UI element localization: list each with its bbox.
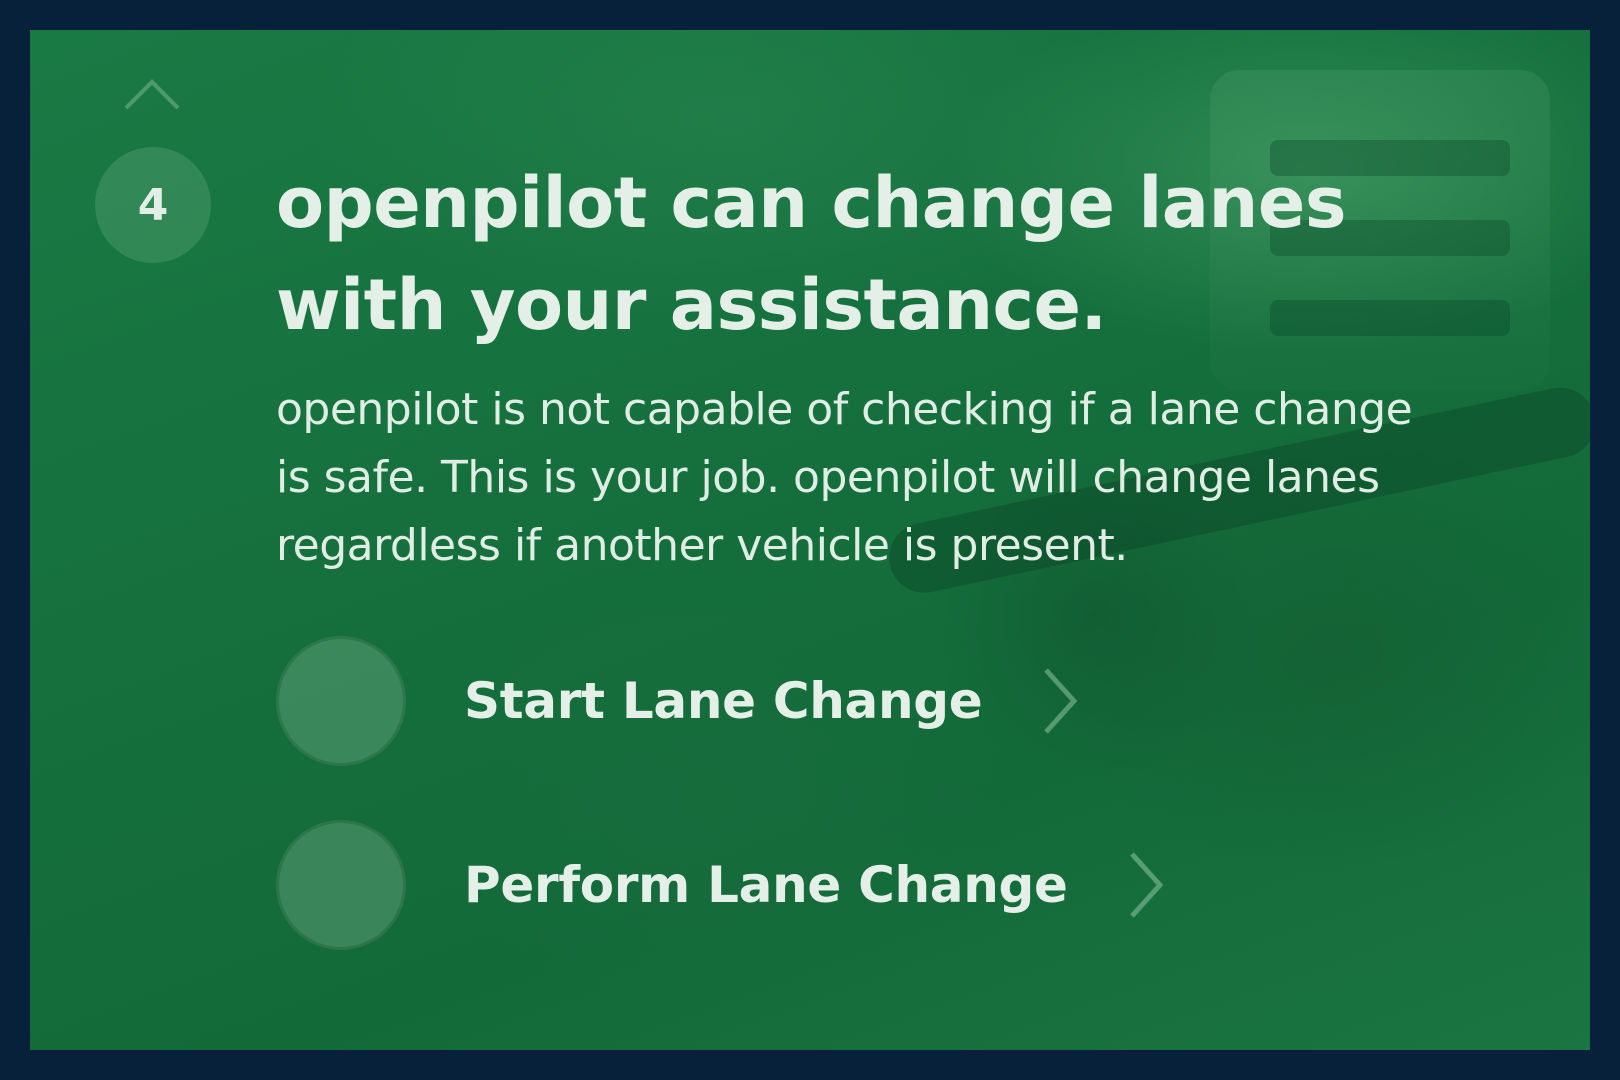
chevron-right-icon (1129, 852, 1164, 918)
option-radio[interactable] (276, 820, 406, 950)
perform-lane-change-option[interactable]: Perform Lane Change (276, 820, 1276, 950)
option-radio[interactable] (276, 636, 406, 766)
training-screen: 4 openpilot can change lanes with your a… (30, 30, 1590, 1050)
page-title: openpilot can change lanes with your ass… (276, 152, 1476, 356)
chevron-right-icon (1044, 668, 1078, 734)
page-title-line: with your assistance. (276, 264, 1107, 346)
option-label: Start Lane Change (464, 672, 983, 730)
description-line: openpilot is not capable of checking if … (276, 384, 1413, 435)
description-line: regardless if another vehicle is present… (276, 520, 1128, 571)
description-text: openpilot is not capable of checking if … (276, 376, 1476, 580)
page-title-line: openpilot can change lanes (276, 162, 1347, 244)
step-number: 4 (137, 179, 169, 231)
chevron-up-icon[interactable] (122, 76, 182, 112)
step-number-badge: 4 (95, 147, 211, 263)
description-line: is safe. This is your job. openpilot wil… (276, 452, 1380, 503)
option-label: Perform Lane Change (464, 856, 1068, 914)
start-lane-change-option[interactable]: Start Lane Change (276, 636, 1276, 766)
